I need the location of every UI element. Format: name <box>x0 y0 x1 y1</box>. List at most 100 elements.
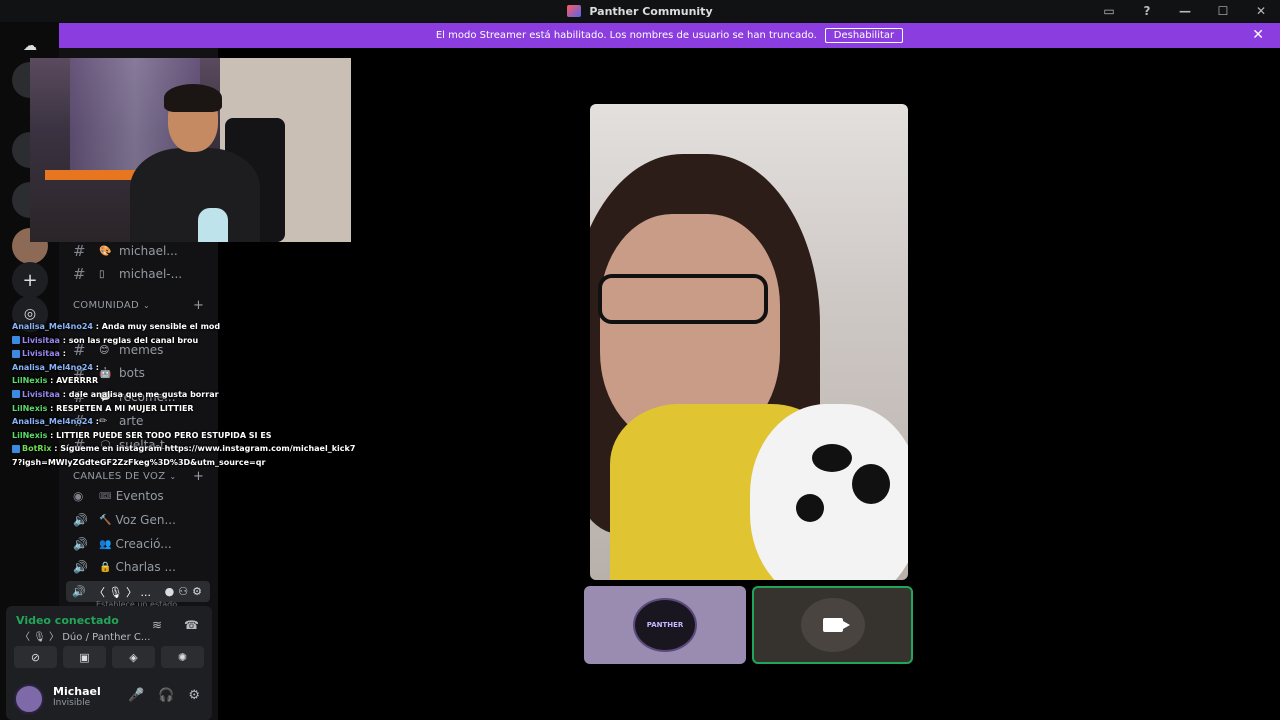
voice-channel-name[interactable]: 〈 🎙 〉 Dúo / Panther C... <box>20 628 150 643</box>
soundboard-button[interactable]: ✺ <box>161 646 204 668</box>
chat-badge-icon <box>12 349 20 358</box>
speaker-icon: 🔊 <box>73 537 88 551</box>
chat-badge-icon <box>12 336 20 345</box>
user-panel: Michael Invisible 🎤 🎧 ⚙ <box>6 678 212 720</box>
stage-icon: ◉ <box>73 489 84 503</box>
text-channel[interactable]: # ▯ michael-... <box>73 264 182 284</box>
channel-emoji-icon: ▯ <box>99 268 105 280</box>
disconnect-icon[interactable]: ☎ <box>184 618 199 632</box>
chat-message: Analisa_Mel4no24 : Anda muy sensible el … <box>12 322 221 331</box>
channel-label: Eventos <box>115 489 164 503</box>
chat-username: Analisa_Mel4no24 <box>12 362 93 372</box>
noise-suppression-icon[interactable]: ≋ <box>152 618 162 632</box>
window-controls: ▭ ? — ☐ ✕ <box>1090 0 1280 22</box>
disable-streamer-button[interactable]: Deshabilitar <box>824 28 904 43</box>
category-header[interactable]: CANALES DE VOZ ⌄ + <box>73 469 204 484</box>
inbox-icon[interactable]: ▭ <box>1090 4 1128 18</box>
chat-username: LilNexis <box>12 376 48 386</box>
chat-username: LilNexis <box>12 430 48 440</box>
gear-icon[interactable]: ⚙ <box>188 688 200 703</box>
active-voice-channel[interactable]: 🔊 〈 🎙 〉 ... ●⚇⚙ <box>66 581 210 602</box>
participant-tile[interactable] <box>752 586 913 664</box>
speaker-icon: 🔊 <box>73 513 88 527</box>
server-logo: PANTHER <box>633 598 697 652</box>
headphones-icon[interactable]: 🎧 <box>158 688 174 703</box>
hash-icon: # <box>73 242 86 260</box>
streamer-mode-banner: El modo Streamer está habilitado. Los no… <box>59 23 1280 48</box>
chat-username: Livisitaa <box>22 349 60 359</box>
participant-tile[interactable]: PANTHER <box>584 586 746 664</box>
banner-message: El modo Streamer está habilitado. Los no… <box>435 30 817 41</box>
channel-label: Creació... <box>115 537 172 551</box>
channel-label: michael-... <box>119 267 183 281</box>
chat-message: Livisitaa : <box>12 347 362 361</box>
channel-label: michael... <box>119 244 178 258</box>
chat-message: BotRix : Sígueme en instagram https://ww… <box>12 444 356 467</box>
add-channel-icon[interactable]: + <box>193 469 204 484</box>
close-icon[interactable]: ✕ <box>1252 27 1264 43</box>
chat-text: dale analisa que me gusta borrar <box>68 389 219 399</box>
channel-emoji-icon: 🎨 <box>99 245 112 257</box>
maximize-button[interactable]: ☐ <box>1204 4 1242 18</box>
plush-toy <box>852 464 890 504</box>
chat-text: Sígueme en instagram https://www.instagr… <box>12 444 356 467</box>
activities-button[interactable]: ◈ <box>112 646 155 668</box>
avatar[interactable] <box>14 684 44 714</box>
category-header[interactable]: COMUNIDAD ⌄ + <box>73 298 204 313</box>
channel-tools[interactable]: ●⚇⚙ <box>165 585 206 598</box>
webcam-background <box>45 170 145 180</box>
window-title: Panther Community <box>589 4 713 18</box>
chat-message: LilNexis : LITTIER PUEDE SER TODO PERO E… <box>12 430 272 440</box>
voice-channel[interactable]: 🔊 🔨 Voz Gen... <box>73 510 176 530</box>
speaker-icon: 🔊 <box>72 585 86 598</box>
help-icon[interactable]: ? <box>1128 4 1166 18</box>
microphone-prop <box>198 208 228 242</box>
stream-chat-overlay: Analisa_Mel4no24 : Anda muy sensible el … <box>12 320 362 470</box>
channel-emoji-icon: 🔒 <box>99 561 112 573</box>
focused-video-feed[interactable] <box>590 104 908 580</box>
voice-channel[interactable]: 🔊 🔒 Charlas ... <box>73 557 176 577</box>
chevron-down-icon: ⌄ <box>143 301 151 310</box>
chat-username: LilNexis <box>12 403 48 413</box>
add-channel-icon[interactable]: + <box>193 298 204 313</box>
chat-username: BotRix <box>22 444 52 454</box>
close-window-button[interactable]: ✕ <box>1242 4 1280 18</box>
plush-toy <box>812 444 852 472</box>
text-channel[interactable]: # 🎨 michael... <box>73 241 178 261</box>
voice-channel[interactable]: 🔊 👥 Creació... <box>73 534 172 554</box>
avatar <box>800 598 865 652</box>
channel-emoji-icon: 🔨 <box>99 514 112 526</box>
chat-message: Analisa_Mel4no24 : <box>12 417 99 427</box>
voice-status: Video conectado <box>16 614 119 627</box>
hash-icon: # <box>73 265 86 283</box>
chat-badge-icon <box>12 390 20 399</box>
plush-toy <box>796 494 824 522</box>
category-label: CANALES DE VOZ <box>73 471 166 482</box>
streamer-webcam-overlay <box>30 58 351 242</box>
app-icon <box>567 5 582 17</box>
title-bar: Panther Community ▭ ? — ☐ ✕ <box>0 0 1280 22</box>
voice-channel[interactable]: ◉ 🎟 Eventos <box>73 486 164 506</box>
chat-message: LilNexis : RESPETEN A MI MUJER LITTIER <box>12 403 194 413</box>
chat-message: Analisa_Mel4no24 : <box>12 362 99 372</box>
chat-text: Anda muy sensible el mod <box>101 322 221 331</box>
username: Michael <box>53 685 101 698</box>
video-subject <box>598 274 768 324</box>
camera-off-button[interactable]: ⊘ <box>14 646 57 668</box>
microphone-icon[interactable]: 🎤 <box>128 688 144 703</box>
minimize-button[interactable]: — <box>1166 4 1204 18</box>
chat-message: Livisitaa : dale analisa que me gusta bo… <box>12 388 362 402</box>
channel-label: 〈 🎙 〉 ... <box>94 585 151 599</box>
channel-label: Charlas ... <box>115 560 176 574</box>
chat-text: RESPETEN A MI MUJER LITTIER <box>56 403 194 413</box>
screen-share-button[interactable]: ▣ <box>63 646 106 668</box>
speaker-icon: 🔊 <box>73 560 88 574</box>
add-server-icon[interactable]: + <box>12 262 48 298</box>
chat-text: LITTIER PUEDE SER TODO PERO ESTUPIDA SI … <box>56 430 272 440</box>
voice-connection-panel: Video conectado 〈 🎙 〉 Dúo / Panther C...… <box>6 606 212 678</box>
channel-emoji-icon: 👥 <box>99 538 112 550</box>
category-label: COMUNIDAD <box>73 300 139 311</box>
chat-badge-icon <box>12 444 20 453</box>
chat-username: Analisa_Mel4no24 <box>12 417 93 427</box>
video-camera-icon <box>822 618 850 632</box>
